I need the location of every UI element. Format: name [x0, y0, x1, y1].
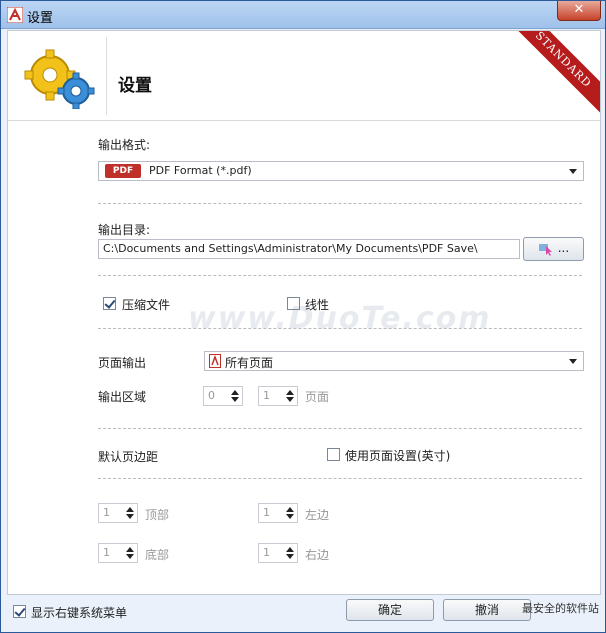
title-bar[interactable]: 设置 ✕ — [1, 1, 605, 29]
gears-icon — [24, 49, 95, 109]
browse-button[interactable]: ... — [523, 237, 584, 261]
margin-right-stepper[interactable]: 1 — [258, 543, 298, 563]
page-title: 设置 — [118, 76, 152, 96]
header-divider — [106, 37, 107, 115]
settings-window: 设置 ✕ 设置 STANDARD 输出格式: PDF PDF Format (*… — [0, 0, 606, 633]
margin-right-label: 右边 — [305, 548, 330, 562]
stepper-down-icon[interactable] — [126, 554, 134, 559]
divider — [98, 428, 582, 429]
margin-top-stepper[interactable]: 1 — [98, 503, 138, 523]
duote-watermark: www.DuoTe.com — [188, 301, 492, 336]
output-dir-label: 输出目录: — [98, 223, 151, 237]
compress-label: 压缩文件 — [122, 298, 171, 312]
margins-label: 默认页边距 — [98, 450, 159, 464]
header: 设置 STANDARD — [8, 31, 600, 121]
stepper-up-icon[interactable] — [286, 507, 294, 512]
context-menu-checkbox[interactable] — [13, 605, 26, 618]
range-unit-label: 页面 — [305, 390, 330, 404]
window-title: 设置 — [27, 11, 54, 26]
compress-checkbox[interactable] — [103, 297, 116, 310]
output-format-select[interactable]: PDF PDF Format (*.pdf) — [98, 161, 584, 181]
margin-top-label: 顶部 — [145, 508, 170, 522]
margin-left-stepper[interactable]: 1 — [258, 503, 298, 523]
site-watermark: 最安全的软件站 — [522, 602, 599, 615]
pdf-badge: PDF — [105, 164, 141, 178]
ok-button[interactable]: 确定 — [346, 599, 434, 621]
margin-bottom-stepper[interactable]: 1 — [98, 543, 138, 563]
page-output-value: 所有页面 — [225, 356, 274, 370]
chevron-down-icon — [569, 169, 577, 174]
stepper-down-icon[interactable] — [286, 554, 294, 559]
chevron-down-icon — [569, 359, 577, 364]
divider — [98, 328, 582, 329]
use-page-setup-label: 使用页面设置(英寸) — [345, 449, 451, 463]
pdf-app-icon — [7, 7, 23, 23]
margin-bottom-value: 1 — [103, 546, 110, 559]
pdf-page-icon — [209, 354, 221, 368]
folder-cursor-icon — [538, 243, 552, 256]
page-output-label: 页面输出 — [98, 356, 147, 370]
margin-left-value: 1 — [263, 506, 270, 519]
margin-top-value: 1 — [103, 506, 110, 519]
range-to-value: 1 — [263, 389, 270, 402]
stepper-up-icon[interactable] — [231, 390, 239, 395]
output-dir-input[interactable]: C:\Documents and Settings\Administrator\… — [98, 239, 520, 259]
stepper-up-icon[interactable] — [126, 507, 134, 512]
range-from-value: 0 — [208, 389, 215, 402]
range-to-stepper[interactable]: 1 — [258, 386, 298, 406]
margin-left-label: 左边 — [305, 508, 330, 522]
margin-bottom-label: 底部 — [145, 548, 170, 562]
close-button[interactable]: ✕ — [557, 1, 601, 21]
stepper-down-icon[interactable] — [286, 397, 294, 402]
output-format-value: PDF Format (*.pdf) — [149, 164, 252, 177]
range-from-stepper[interactable]: 0 — [203, 386, 243, 406]
divider — [98, 275, 582, 276]
stepper-up-icon[interactable] — [286, 390, 294, 395]
output-format-label: 输出格式: — [98, 138, 151, 152]
divider — [98, 478, 582, 479]
cancel-button[interactable]: 撤消 — [443, 599, 531, 621]
standard-ribbon: STANDARD — [509, 31, 600, 114]
page-output-select[interactable]: 所有页面 — [204, 351, 584, 371]
divider — [98, 203, 582, 204]
margin-right-value: 1 — [263, 546, 270, 559]
stepper-down-icon[interactable] — [231, 397, 239, 402]
output-range-label: 输出区域 — [98, 390, 147, 404]
use-page-setup-checkbox[interactable] — [327, 448, 340, 461]
stepper-down-icon[interactable] — [286, 514, 294, 519]
stepper-up-icon[interactable] — [126, 547, 134, 552]
context-menu-label: 显示右键系统菜单 — [31, 606, 128, 620]
stepper-down-icon[interactable] — [126, 514, 134, 519]
stepper-up-icon[interactable] — [286, 547, 294, 552]
browse-label: ... — [557, 241, 570, 255]
settings-panel: 设置 STANDARD 输出格式: PDF PDF Format (*.pdf)… — [7, 30, 601, 595]
